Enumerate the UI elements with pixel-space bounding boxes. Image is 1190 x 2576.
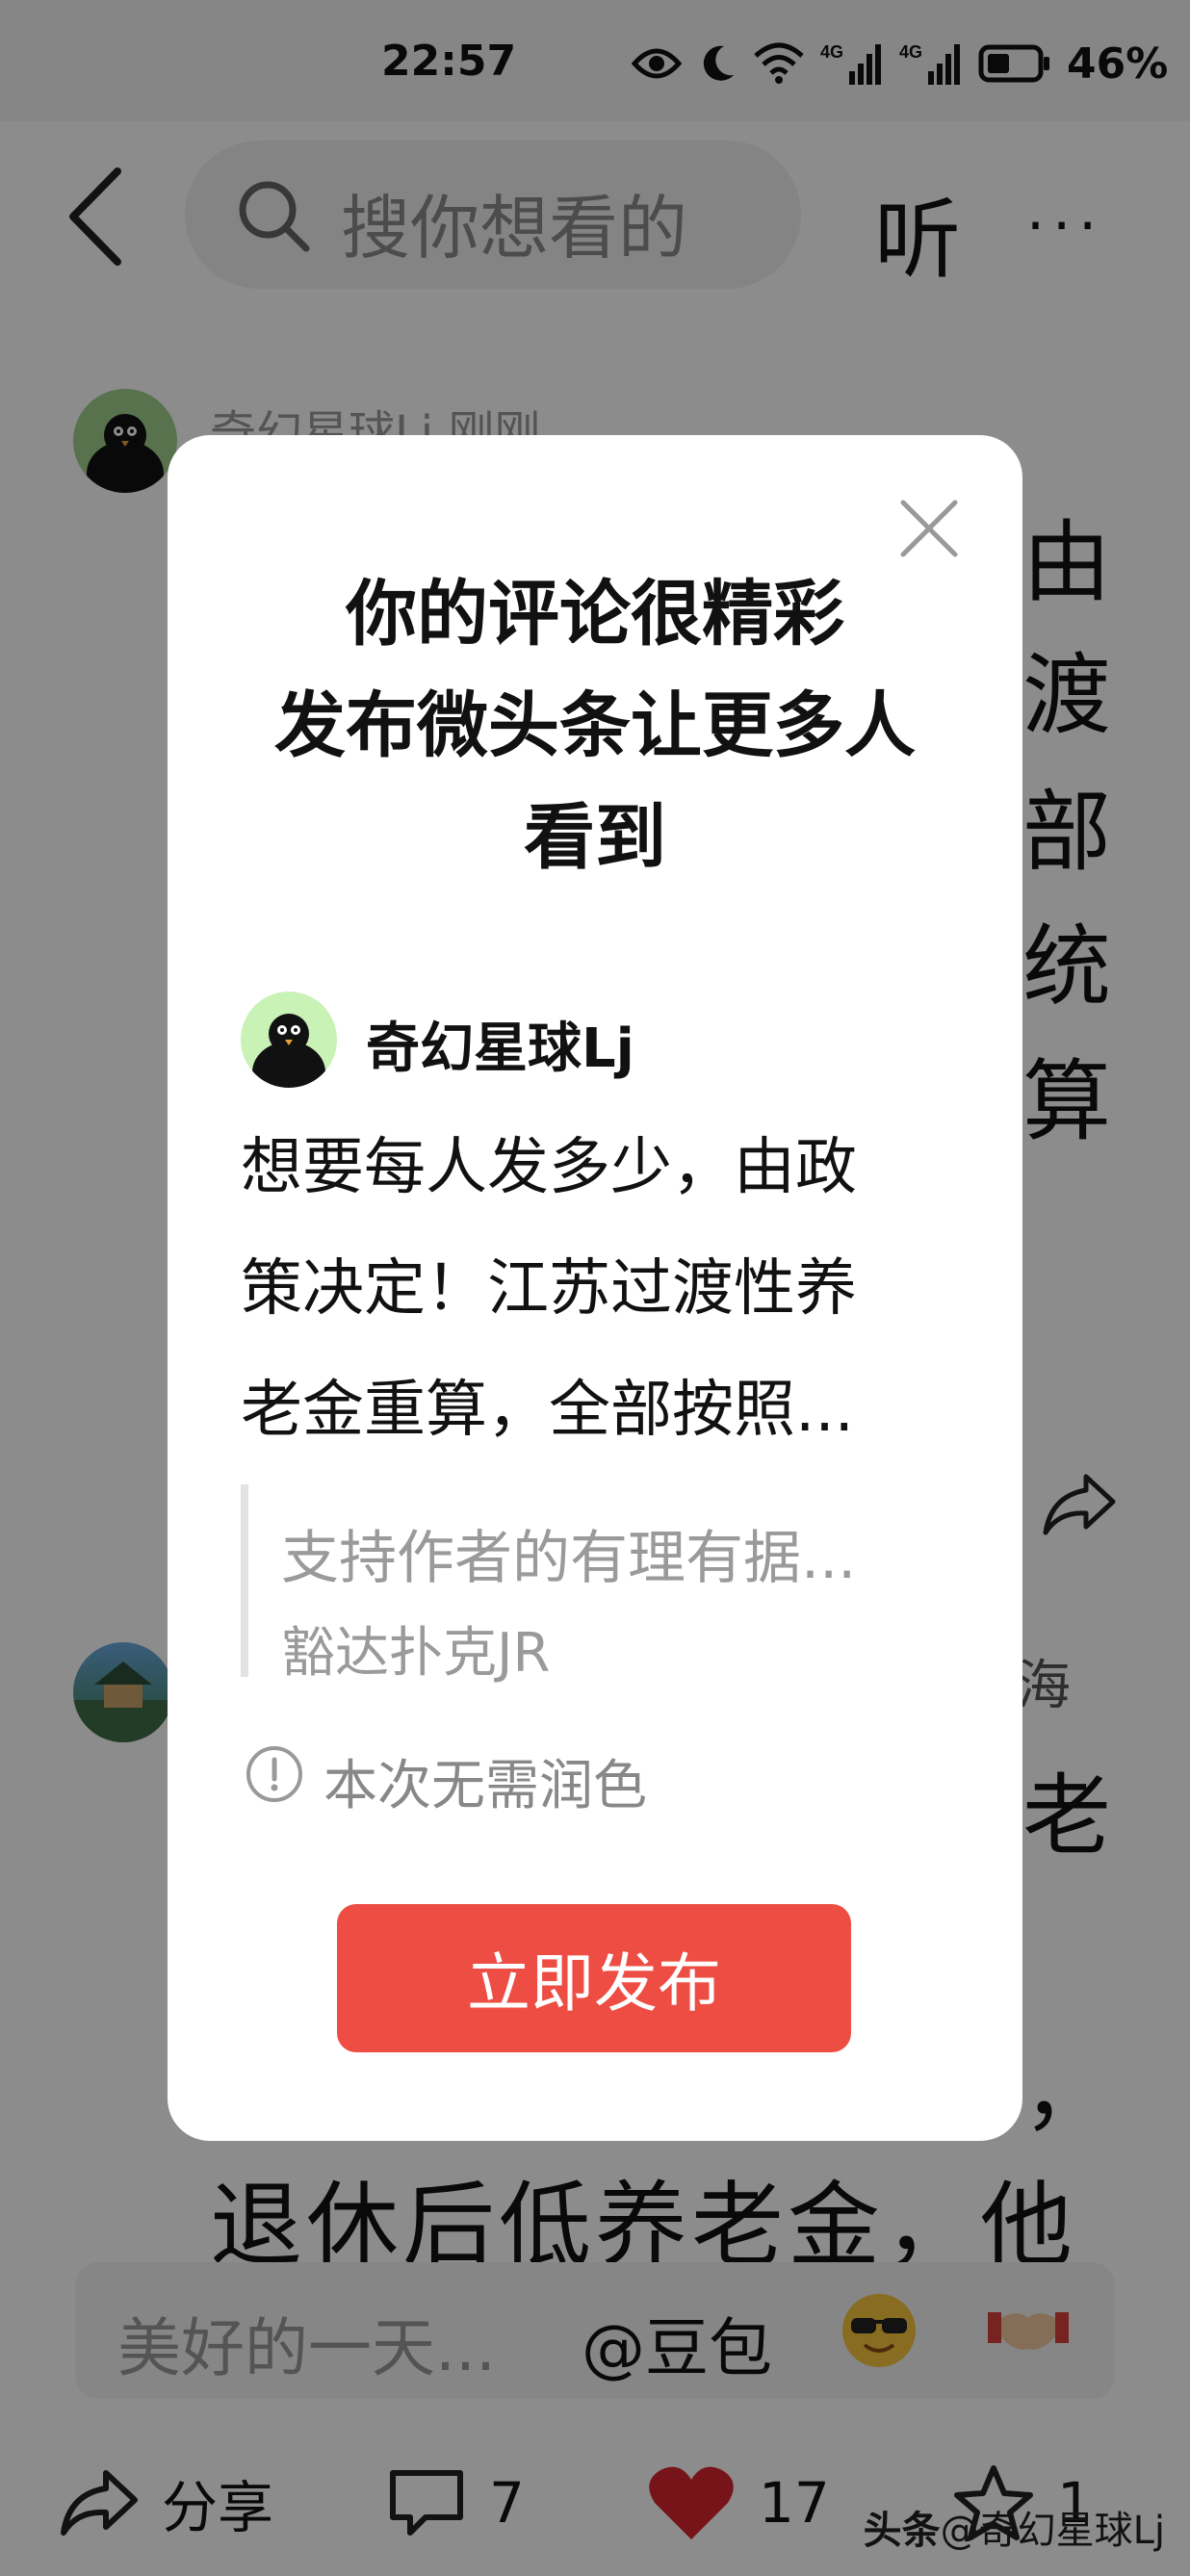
dialog-title-line: 看到 (524, 796, 666, 879)
quote-divider (241, 1484, 248, 1677)
dialog-title: 你的评论很精彩 发布微头条让更多人 看到 (168, 558, 1022, 893)
close-icon[interactable] (895, 495, 963, 562)
post-preview-line: 想要每人发多少，由政 (241, 1132, 857, 1203)
info-icon (246, 1746, 302, 1802)
quoted-author: 豁达扑克JR (281, 1622, 551, 1685)
author-name: 奇幻星球Lj (366, 1018, 634, 1080)
author-avatar (241, 992, 337, 1088)
post-preview: 想要每人发多少，由政 策决定！江苏过渡性养 老金重算，全部按照... (241, 1107, 953, 1471)
bird-avatar-icon (252, 1014, 325, 1088)
post-preview-line: 策决定！江苏过渡性养 (241, 1253, 857, 1325)
post-preview-line: 老金重算，全部按照... (241, 1375, 855, 1446)
dialog-title-line: 发布微头条让更多人 (274, 684, 916, 767)
dialog-title-line: 你的评论很精彩 (346, 573, 844, 656)
publish-button[interactable]: 立即发布 (337, 1904, 851, 2052)
polish-notice: 本次无需润色 (323, 1755, 647, 1817)
quoted-comment: 支持作者的有理有据... (281, 1525, 857, 1592)
